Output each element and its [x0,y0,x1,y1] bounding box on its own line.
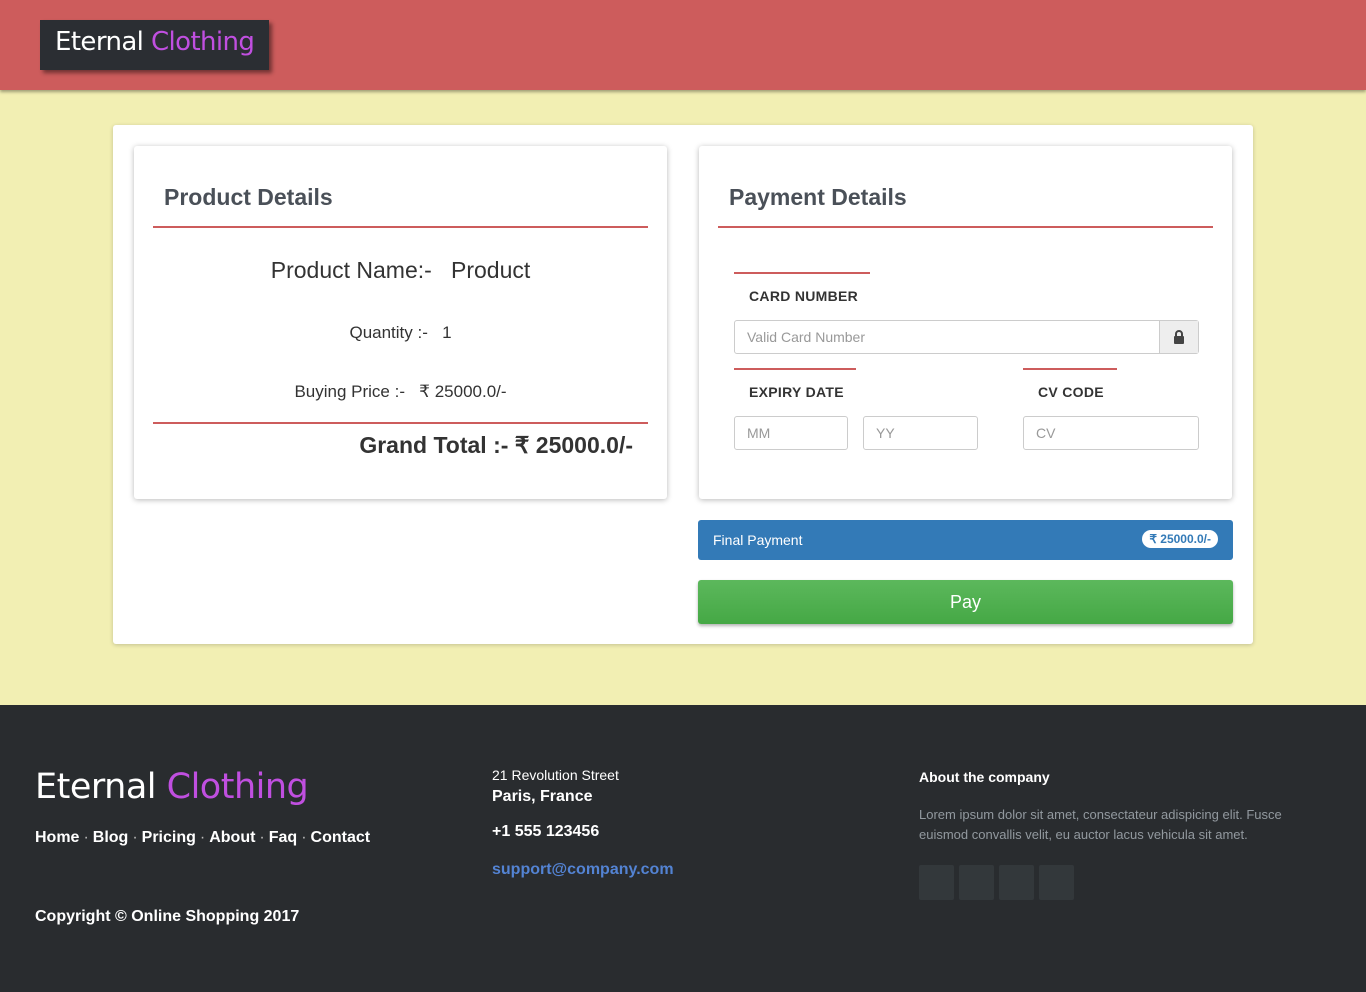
footer-phone: +1 555 123456 [492,823,600,840]
social-button-2[interactable] [959,865,994,900]
expiry-year-input[interactable] [863,416,978,450]
footer-link-about[interactable]: About [209,829,255,846]
card-lock-addon [1159,321,1198,353]
footer-separator: · [301,829,307,846]
cv-code-input[interactable] [1023,416,1199,450]
product-details-title: Product Details [164,184,333,210]
expiry-date-label: EXPIRY DATE [749,384,844,400]
brand-word-eternal: Eternal [55,27,144,57]
footer-email-link[interactable]: support@company.com [492,861,674,879]
product-name-value: Product [450,257,531,283]
quantity-value: 1 [442,323,452,342]
card-number-group [734,320,1199,354]
buying-price-label: Buying Price :- [294,382,405,401]
buying-price-value: ₹ 25000.0/- [419,382,507,401]
final-payment-label: Final Payment [713,532,803,548]
quantity-row: Quantity :- 1 [134,323,667,343]
quantity-label: Quantity :- [349,323,428,342]
footer-link-blog[interactable]: Blog [93,829,129,846]
pay-button[interactable]: Pay [698,580,1233,624]
cv-code-label: CV CODE [1038,384,1104,400]
footer-brand-word-clothing: Clothing [166,767,309,807]
checkout-container: Product Details Product Name:- Product Q… [113,125,1253,644]
footer-link-home[interactable]: Home [35,829,79,846]
footer-city: Paris, France [492,788,593,805]
footer-about-title: About the company [919,769,1050,785]
buying-price-row: Buying Price :- ₹ 25000.0/- [134,382,667,402]
footer-separator: · [132,829,138,846]
brand-logo[interactable]: Eternal Clothing [40,20,269,70]
footer-brand-word-eternal: Eternal [35,767,157,807]
site-header: Eternal Clothing [0,0,1366,90]
expiry-month-input[interactable] [734,416,848,450]
final-payment-bar: Final Payment ₹ 25000.0/- [698,520,1233,560]
grand-total-divider [153,422,648,424]
grand-total: Grand Total :- ₹ 25000.0/- [359,432,633,458]
footer-about-text: Lorem ipsum dolor sit amet, consectateur… [919,807,1282,842]
cv-label-rule [1023,368,1117,370]
footer-separator: · [259,829,265,846]
product-name-row: Product Name:- Product [134,257,667,284]
footer-brand-logo: Eternal Clothing [35,767,309,807]
final-payment-badge: ₹ 25000.0/- [1142,530,1218,548]
lock-icon [1174,330,1184,344]
footer-link-pricing[interactable]: Pricing [142,829,196,846]
footer-separator: · [199,829,206,846]
payment-details-card: Payment Details CARD NUMBER EXPIRY DATE … [699,146,1232,499]
brand-word-clothing: Clothing [150,27,255,57]
product-title-divider [153,226,648,228]
footer-link-faq[interactable]: Faq [269,829,297,846]
card-number-label-rule [734,272,870,274]
payment-title-divider [718,226,1213,228]
expiry-label-rule [734,368,856,370]
card-number-input[interactable] [735,321,1159,353]
footer-link-contact[interactable]: Contact [311,829,371,846]
social-button-4[interactable] [1039,865,1074,900]
footer-nav: Home · Blog · Pricing · About · Faq · Contact [35,829,370,847]
card-number-label: CARD NUMBER [749,288,859,304]
payment-details-title: Payment Details [729,184,907,210]
footer-street: 21 Revolution Street [492,767,619,783]
footer-copyright: Copyright © Online Shopping 2017 [35,908,300,925]
social-button-1[interactable] [919,865,954,900]
site-footer: Eternal Clothing Home · Blog · Pricing · About… [0,705,1366,992]
social-button-3[interactable] [999,865,1034,900]
product-name-label: Product Name:- [270,257,432,283]
footer-separator: · [83,829,89,846]
product-details-card: Product Details Product Name:- Product Q… [134,146,667,499]
